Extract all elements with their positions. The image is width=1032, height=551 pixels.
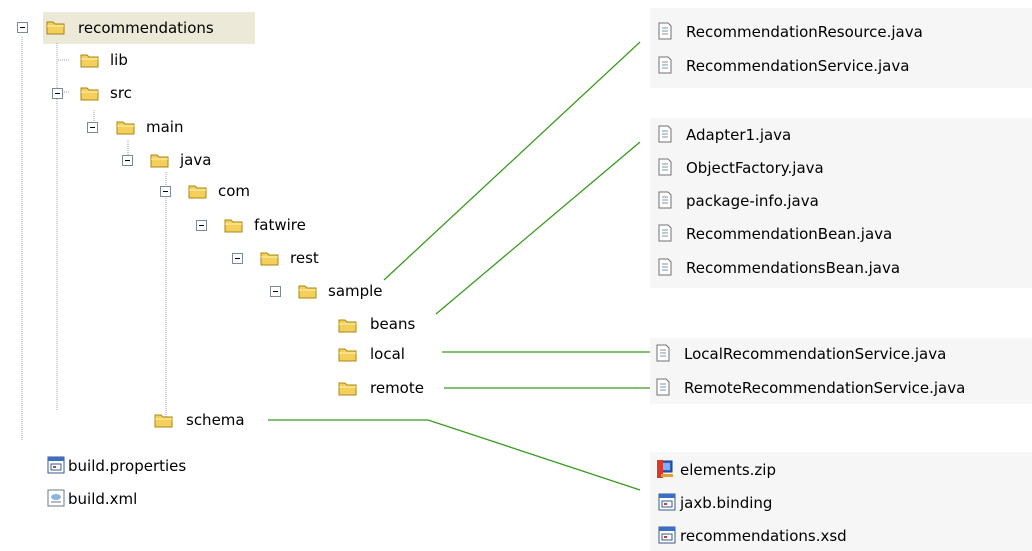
local-folder-label[interactable]: local [370, 344, 405, 364]
collapse-toggle-rest[interactable] [232, 253, 243, 264]
folder-icon [154, 414, 173, 428]
build-xml-label[interactable]: build.xml [68, 489, 137, 509]
folder-icon [80, 87, 99, 101]
java-file-icon [658, 158, 672, 176]
folder-icon [80, 54, 99, 68]
folder-icon [338, 348, 357, 362]
java-file-icon [658, 125, 672, 143]
java-file-label[interactable]: RecommendationService.java [686, 56, 909, 76]
java-file-label[interactable]: RecommendationsBean.java [686, 258, 900, 278]
folder-icon [150, 154, 169, 168]
folder-icon [298, 285, 317, 299]
collapse-toggle-main[interactable] [87, 122, 98, 133]
lib-folder-label[interactable]: lib [110, 50, 128, 70]
folder-icon [46, 21, 65, 35]
properties-file-icon [658, 493, 676, 511]
java-file-label[interactable]: ObjectFactory.java [686, 158, 824, 178]
java-file-icon [658, 22, 672, 40]
collapse-toggle-java[interactable] [122, 155, 133, 166]
xsd-file-label[interactable]: recommendations.xsd [680, 526, 847, 546]
src-folder-label[interactable]: src [110, 83, 132, 103]
root-folder-label[interactable]: recommendations [78, 18, 214, 38]
folder-icon [224, 219, 243, 233]
collapse-toggle-fatwire[interactable] [196, 220, 207, 231]
java-file-icon [658, 224, 672, 242]
folder-icon [338, 319, 357, 333]
folder-icon [338, 382, 357, 396]
beans-folder-label[interactable]: beans [370, 314, 415, 334]
java-file-label[interactable]: RecommendationResource.java [686, 22, 923, 42]
schema-folder-label[interactable]: schema [186, 410, 245, 430]
java-file-icon [656, 378, 670, 396]
properties-file-icon [47, 456, 65, 474]
java-file-label[interactable]: RemoteRecommendationService.java [684, 378, 965, 398]
zip-file-icon [657, 460, 673, 478]
zip-file-label[interactable]: elements.zip [680, 460, 776, 480]
collapse-toggle-root[interactable] [17, 22, 28, 33]
folder-icon [188, 185, 207, 199]
java-file-label[interactable]: package-info.java [686, 191, 819, 211]
collapse-toggle-com[interactable] [160, 186, 171, 197]
sample-folder-label[interactable]: sample [328, 281, 383, 301]
java-file-icon [658, 191, 672, 209]
folder-icon [116, 121, 135, 135]
main-folder-label[interactable]: main [146, 117, 183, 137]
folder-icon [260, 252, 279, 266]
rest-folder-label[interactable]: rest [290, 248, 319, 268]
java-file-icon [656, 344, 670, 362]
java-file-label[interactable]: LocalRecommendationService.java [684, 344, 946, 364]
collapse-toggle-sample[interactable] [270, 286, 281, 297]
java-folder-label[interactable]: java [180, 150, 211, 170]
fatwire-folder-label[interactable]: fatwire [254, 215, 306, 235]
java-file-icon [658, 56, 672, 74]
collapse-toggle-src[interactable] [52, 88, 63, 99]
java-file-icon [658, 258, 672, 276]
xml-file-icon [47, 489, 65, 507]
java-file-label[interactable]: Adapter1.java [686, 125, 791, 145]
java-file-label[interactable]: RecommendationBean.java [686, 224, 892, 244]
com-folder-label[interactable]: com [218, 181, 250, 201]
remote-folder-label[interactable]: remote [370, 378, 424, 398]
binding-file-label[interactable]: jaxb.binding [680, 493, 772, 513]
build-properties-label[interactable]: build.properties [68, 456, 186, 476]
properties-file-icon [658, 526, 676, 544]
